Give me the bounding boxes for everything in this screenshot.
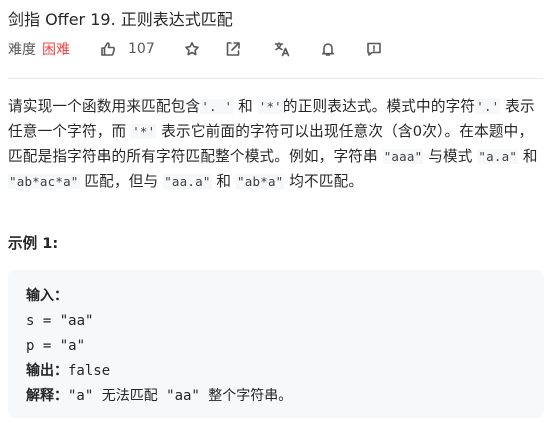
- inline-code: "aaa": [382, 149, 424, 164]
- like-count: 107: [128, 41, 155, 57]
- problem-toolbar: 难度 困难 107: [8, 38, 540, 60]
- notification-button[interactable]: [320, 41, 336, 57]
- feedback-icon: [366, 42, 381, 56]
- output-label: 输出：: [26, 363, 68, 379]
- example-content: 输入： s = "aa" p = "a" 输出：false 解释："a" 无法匹…: [26, 284, 292, 409]
- problem-description: 请实现一个函数用来匹配包含'. ' 和 '*'的正则表达式。模式中的字符'.' …: [8, 98, 538, 190]
- bell-icon: [321, 43, 334, 56]
- inline-code: "a.a": [477, 149, 519, 164]
- inline-code: '.': [475, 99, 501, 114]
- inline-code: "ab*a": [236, 174, 285, 189]
- explain-label: 解释：: [26, 388, 68, 404]
- favorite-button[interactable]: [184, 41, 200, 57]
- difficulty-badge: 困难: [42, 42, 70, 58]
- thumbs-up-icon: [101, 42, 116, 56]
- output-value: false: [68, 363, 111, 379]
- translate-icon: [274, 42, 290, 57]
- problem-title: 剑指 Offer 19. 正则表达式匹配: [8, 10, 233, 29]
- divider: [8, 78, 543, 79]
- input-s: s = "aa": [26, 313, 94, 329]
- example-title: 示例 1:: [8, 235, 59, 252]
- inline-code: '*': [131, 124, 157, 139]
- input-label: 输入：: [26, 288, 68, 304]
- like-button[interactable]: 107: [100, 41, 155, 57]
- difficulty-label: 难度: [8, 42, 36, 58]
- share-button[interactable]: [225, 41, 241, 57]
- inline-code: '. ': [200, 99, 234, 114]
- input-p: p = "a": [26, 338, 86, 354]
- share-icon: [226, 42, 240, 56]
- star-icon: [184, 42, 199, 56]
- translate-button[interactable]: [274, 41, 290, 57]
- inline-code: '*': [257, 99, 283, 114]
- inline-code: "ab*ac*a": [8, 174, 80, 189]
- explain-value: "a" 无法匹配 "aa" 整个字符串。: [68, 388, 293, 404]
- feedback-button[interactable]: [366, 41, 382, 57]
- inline-code: "aa.a": [163, 174, 212, 189]
